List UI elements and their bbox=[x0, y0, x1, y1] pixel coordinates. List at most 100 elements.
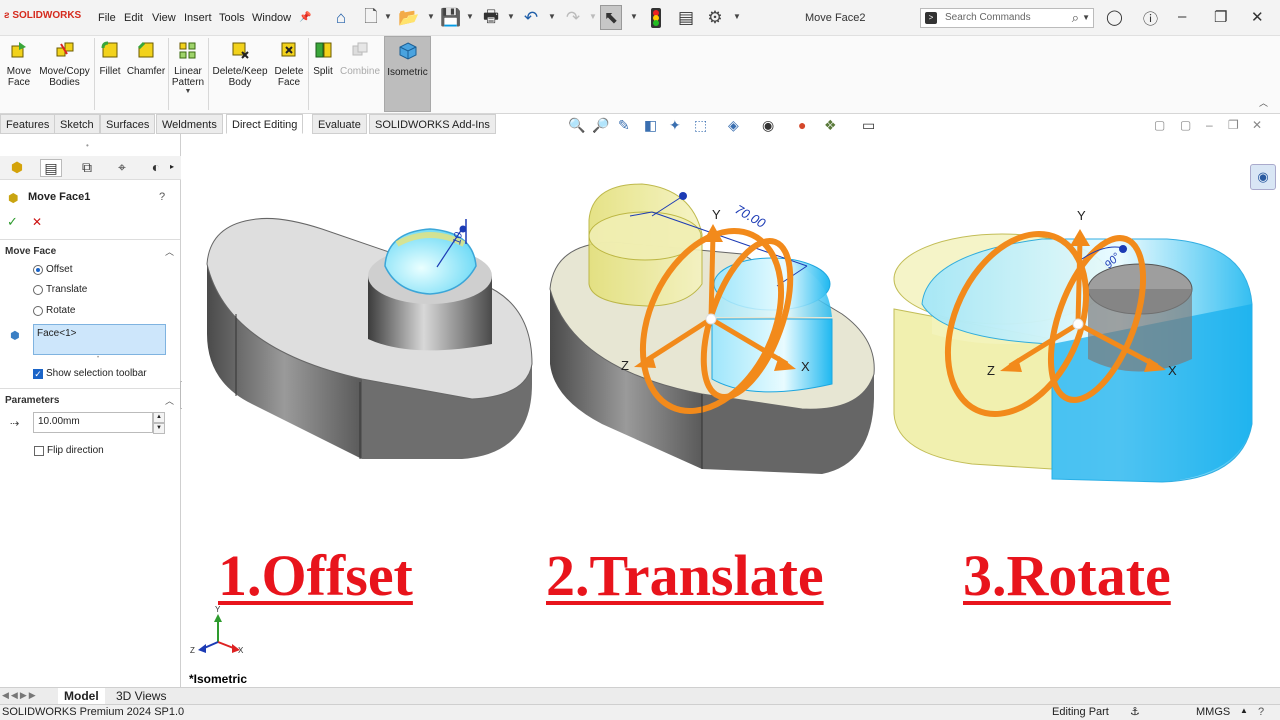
menu-insert[interactable]: Insert bbox=[184, 12, 212, 24]
face-selection-box[interactable]: Face<1> bbox=[33, 324, 166, 355]
home-icon[interactable]: ⌂ bbox=[330, 7, 352, 29]
menu-file[interactable]: File bbox=[98, 12, 116, 24]
tab-weldments[interactable]: Weldments bbox=[156, 114, 223, 134]
model-rotate[interactable] bbox=[893, 212, 1253, 483]
solidworks-logo[interactable]: ƨ SOLIDWORKS bbox=[4, 10, 81, 21]
ribbon-collapse-icon[interactable]: ︿ bbox=[1259, 96, 1268, 109]
resize-handle-icon[interactable]: • bbox=[97, 355, 99, 361]
search-commands-field[interactable]: > Search Commands ⌕ ▼ bbox=[920, 8, 1094, 28]
display-manager-icon[interactable]: ◐ bbox=[145, 159, 167, 177]
translate-dimension[interactable]: 70.00 bbox=[733, 202, 769, 232]
linear-pattern-button[interactable]: Linear Pattern ▼ bbox=[170, 36, 206, 112]
panel-tabs-more-icon[interactable]: ▸ bbox=[170, 162, 174, 171]
face-selection-item[interactable]: Face<1> bbox=[37, 328, 76, 339]
tab-model[interactable]: Model bbox=[58, 688, 105, 705]
tab-scroll-arrows-icon[interactable]: ◀◀▶▶ bbox=[2, 690, 38, 701]
dimxpert-icon[interactable]: ⌖ bbox=[111, 159, 133, 177]
tab-3d-views[interactable]: 3D Views bbox=[110, 688, 172, 705]
model-offset[interactable] bbox=[206, 217, 533, 459]
offset-dimension[interactable]: 10 bbox=[451, 231, 465, 246]
panel-grip-icon[interactable]: • bbox=[86, 141, 89, 150]
viewport-close-icon[interactable]: ✕ bbox=[1252, 118, 1262, 132]
units-dropdown-icon[interactable]: ▲ bbox=[1240, 706, 1248, 715]
user-icon[interactable]: ◯ bbox=[1106, 8, 1123, 26]
select-icon[interactable]: ⬉ bbox=[600, 5, 622, 30]
translate-radio[interactable] bbox=[33, 285, 43, 295]
viewport-panel-icon[interactable]: ▢ bbox=[1154, 118, 1165, 132]
zoom-to-area-icon[interactable]: 🔎 bbox=[592, 117, 609, 134]
rotate-radio[interactable] bbox=[33, 306, 43, 316]
view-orientation-icon[interactable]: ⬚ bbox=[694, 117, 707, 134]
save-icon[interactable]: 💾 bbox=[440, 7, 462, 29]
tab-sketch[interactable]: Sketch bbox=[54, 114, 100, 134]
rebuild-status-icon[interactable]: ⚓ bbox=[1130, 705, 1140, 718]
viewport-panel-2-icon[interactable]: ▢ bbox=[1180, 118, 1191, 132]
search-icon[interactable]: ⌕ bbox=[1072, 10, 1079, 26]
undo-dropdown-icon[interactable]: ▼ bbox=[548, 12, 556, 21]
open-dropdown-icon[interactable]: ▼ bbox=[427, 12, 435, 21]
menu-view[interactable]: View bbox=[152, 12, 176, 24]
feature-manager-icon[interactable]: ⬢ bbox=[6, 159, 28, 177]
spin-up-icon[interactable]: ▲ bbox=[153, 412, 165, 423]
options-icon[interactable]: ⚙ bbox=[704, 7, 726, 29]
rebuild-icon[interactable] bbox=[645, 7, 667, 29]
configuration-manager-icon[interactable]: ⧉ bbox=[76, 159, 98, 177]
redo-icon[interactable]: ↷ bbox=[562, 7, 584, 29]
tab-add-ins[interactable]: SOLIDWORKS Add-Ins bbox=[369, 114, 496, 134]
help-status-icon[interactable]: ? bbox=[1258, 706, 1264, 718]
parameters-group-header[interactable]: Parameters bbox=[5, 395, 59, 406]
collapse-icon[interactable]: ︿ bbox=[165, 245, 174, 258]
edit-appearance-icon[interactable]: ● bbox=[798, 117, 806, 133]
viewport-minimize-icon[interactable]: – bbox=[1206, 118, 1213, 132]
display-style-icon[interactable]: ◈ bbox=[728, 117, 739, 134]
viewport-restore-icon[interactable]: ❐ bbox=[1228, 118, 1239, 132]
new-document-icon[interactable]: 🗋 bbox=[360, 7, 382, 29]
new-dropdown-icon[interactable]: ▼ bbox=[384, 12, 392, 21]
previous-view-icon[interactable]: ✎ bbox=[618, 117, 630, 134]
undo-icon[interactable]: ↶ bbox=[520, 7, 542, 29]
print-icon[interactable]: 🖶 bbox=[480, 7, 502, 29]
menu-window[interactable]: Window bbox=[252, 12, 291, 24]
model-translate[interactable] bbox=[549, 183, 875, 474]
move-face-button[interactable]: Move Face bbox=[2, 36, 36, 112]
tab-features[interactable]: Features bbox=[0, 114, 56, 134]
property-manager-icon[interactable]: ▤ bbox=[40, 159, 62, 177]
view-settings-icon[interactable]: ▭ bbox=[862, 117, 875, 134]
spin-down-icon[interactable]: ▼ bbox=[153, 423, 165, 434]
delete-keep-body-button[interactable]: Delete/Keep Body bbox=[210, 36, 270, 112]
move-copy-bodies-button[interactable]: Move/Copy Bodies bbox=[37, 36, 92, 112]
fillet-button[interactable]: Fillet bbox=[96, 36, 124, 112]
section-view-icon[interactable]: ◧ bbox=[644, 117, 657, 134]
open-icon[interactable]: 📂 bbox=[398, 7, 420, 29]
isometric-button[interactable]: Isometric bbox=[384, 36, 431, 112]
dynamic-annotation-icon[interactable]: ✦ bbox=[669, 117, 681, 134]
tab-direct-editing[interactable]: Direct Editing bbox=[226, 114, 304, 134]
save-dropdown-icon[interactable]: ▼ bbox=[466, 12, 474, 21]
ok-icon[interactable]: ✓ bbox=[7, 214, 18, 230]
options-dropdown-icon[interactable]: ▼ bbox=[733, 12, 741, 21]
apply-scene-icon[interactable]: ❖ bbox=[824, 117, 837, 134]
delete-face-button[interactable]: Delete Face bbox=[272, 36, 306, 112]
help-icon[interactable]: ? bbox=[159, 191, 165, 203]
redo-dropdown-icon[interactable]: ▼ bbox=[589, 12, 597, 21]
flip-direction-checkbox[interactable] bbox=[34, 446, 44, 456]
restore-icon[interactable]: ❐ bbox=[1214, 8, 1227, 26]
split-button[interactable]: Split bbox=[310, 36, 336, 112]
show-selection-toolbar-checkbox[interactable]: ✓ bbox=[33, 369, 43, 379]
distance-input[interactable]: 10.00mm bbox=[33, 412, 153, 433]
cancel-icon[interactable]: ✕ bbox=[32, 215, 42, 229]
select-dropdown-icon[interactable]: ▼ bbox=[630, 12, 638, 21]
menu-edit[interactable]: Edit bbox=[124, 12, 143, 24]
menu-tools[interactable]: Tools bbox=[219, 12, 245, 24]
file-properties-icon[interactable]: ▤ bbox=[675, 7, 697, 29]
tab-evaluate[interactable]: Evaluate bbox=[312, 114, 367, 134]
zoom-to-fit-icon[interactable]: 🔍 bbox=[568, 117, 585, 134]
print-dropdown-icon[interactable]: ▼ bbox=[507, 12, 515, 21]
minimize-icon[interactable]: – bbox=[1178, 8, 1186, 25]
combine-button[interactable]: Combine bbox=[338, 36, 382, 112]
pin-icon[interactable]: 📌 bbox=[299, 12, 311, 23]
close-icon[interactable]: ✕ bbox=[1251, 8, 1264, 26]
search-dropdown-icon[interactable]: ▼ bbox=[1082, 13, 1090, 22]
help-icon[interactable]: ⓘ bbox=[1143, 8, 1158, 29]
hide-show-icon[interactable]: ◉ bbox=[762, 117, 774, 134]
